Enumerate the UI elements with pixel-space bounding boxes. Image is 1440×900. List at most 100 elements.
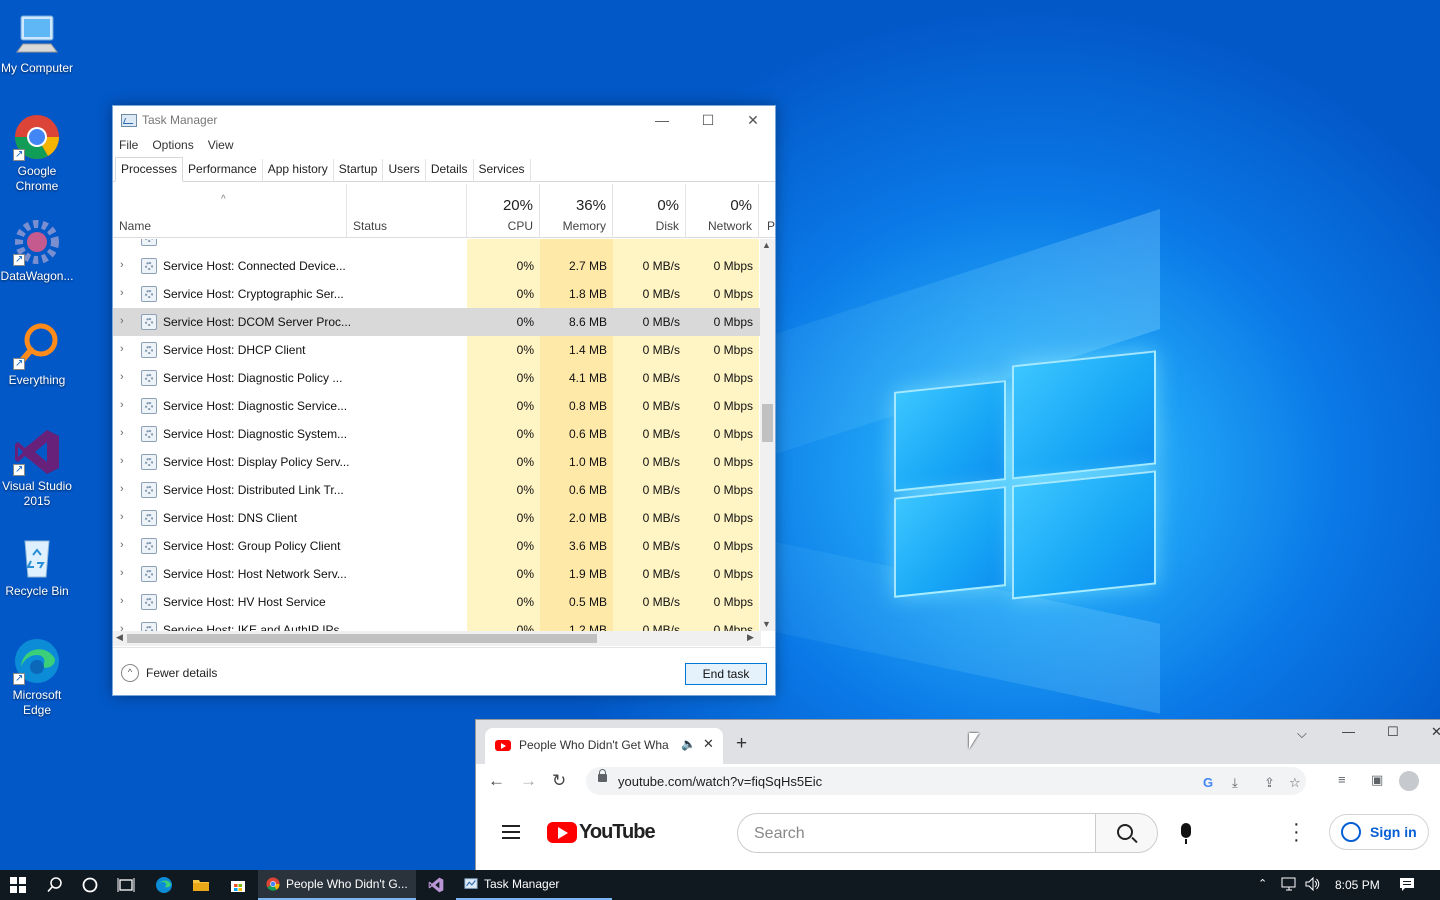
show-hidden-icons-chevron-icon[interactable]: ⌃: [1258, 877, 1267, 890]
sign-in-button[interactable]: Sign in: [1329, 814, 1429, 850]
table-row[interactable]: › Service Host: Connected Device... 0% 2.7 …: [113, 252, 761, 280]
menu-options[interactable]: Options: [152, 138, 193, 152]
expand-chevron-icon[interactable]: ›: [120, 483, 124, 495]
tab-processes[interactable]: Processes: [115, 157, 184, 182]
column-status[interactable]: Status: [347, 184, 467, 238]
close-button[interactable]: ✕: [730, 106, 776, 134]
close-tab-icon[interactable]: ✕: [703, 736, 714, 752]
bookmark-star-icon[interactable]: ☆: [1289, 775, 1301, 791]
expand-chevron-icon[interactable]: ›: [120, 567, 124, 579]
horizontal-scrollbar-thumb[interactable]: [127, 634, 597, 643]
microphone-icon[interactable]: [1181, 823, 1191, 844]
horizontal-scrollbar[interactable]: ◀ ▶: [113, 631, 761, 646]
table-row[interactable]: › Service Host: Group Policy Client 0% 3.6 …: [113, 532, 761, 560]
table-row[interactable]: › Service Host: Diagnostic System... 0% 0.6…: [113, 420, 761, 448]
chrome-close-button[interactable]: ✕: [1431, 724, 1440, 740]
expand-chevron-icon[interactable]: ›: [120, 455, 124, 467]
desktop-icon-google-chrome[interactable]: Google Chrome: [0, 113, 74, 194]
expand-chevron-icon[interactable]: ›: [120, 287, 124, 299]
column-name[interactable]: ^ Name: [113, 184, 347, 238]
profile-avatar-icon[interactable]: [1399, 771, 1419, 791]
tab-startup[interactable]: Startup: [334, 159, 384, 181]
side-panel-icon[interactable]: ▣: [1371, 772, 1383, 788]
column-memory[interactable]: 36% Memory: [540, 184, 613, 238]
reload-icon[interactable]: ↻: [552, 771, 566, 791]
maximize-button[interactable]: ☐: [685, 106, 731, 134]
table-row[interactable]: › Service Host: Host Network Serv... 0% 1.9…: [113, 560, 761, 588]
youtube-search-button[interactable]: [1095, 813, 1158, 853]
column-network[interactable]: 0% Network: [686, 184, 759, 238]
expand-chevron-icon[interactable]: ›: [120, 427, 124, 439]
media-queue-icon[interactable]: ≡: [1338, 772, 1346, 787]
column-cpu[interactable]: 20% CPU: [467, 184, 540, 238]
action-center-icon[interactable]: [1399, 877, 1415, 895]
scroll-left-arrow-icon[interactable]: ◀: [116, 632, 123, 643]
chrome-minimize-button[interactable]: —: [1342, 724, 1355, 739]
google-lens-icon[interactable]: G: [1203, 775, 1213, 790]
scroll-right-arrow-icon[interactable]: ▶: [747, 632, 754, 643]
youtube-search-input[interactable]: Search: [737, 813, 1097, 853]
table-row[interactable]: › Service Host: Distributed Link Tr... 0% 0…: [113, 476, 761, 504]
table-row[interactable]: › Service Host: DHCP Client 0% 1.4 MB 0 MB/s…: [113, 336, 761, 364]
desktop-icon-recycle-bin[interactable]: Recycle Bin: [0, 533, 74, 599]
tab-details[interactable]: Details: [426, 159, 474, 181]
new-tab-button[interactable]: +: [736, 733, 747, 755]
scrollbar-thumb[interactable]: [762, 404, 773, 442]
tab-app-history[interactable]: App history: [263, 159, 334, 181]
taskbar-task-manager-window[interactable]: Task Manager: [456, 870, 612, 900]
hamburger-menu-icon[interactable]: [502, 825, 520, 839]
expand-chevron-icon[interactable]: ›: [120, 371, 124, 383]
table-row[interactable]: › Service Host: DNS Client 0% 2.0 MB 0 MB/s 0…: [113, 504, 761, 532]
taskbar-visual-studio[interactable]: [418, 870, 454, 900]
tab-strip[interactable]: People Who Didn't Get Wha 🔈 ✕ + ⌵ — ☐ ✕: [476, 720, 1440, 764]
tab-users[interactable]: Users: [383, 159, 426, 181]
expand-chevron-icon[interactable]: ›: [120, 315, 124, 327]
youtube-logo[interactable]: YouTube: [547, 821, 656, 844]
expand-chevron-icon[interactable]: ›: [120, 259, 124, 271]
desktop-icon-visual-studio[interactable]: Visual Studio 2015: [0, 428, 74, 509]
expand-chevron-icon[interactable]: ›: [120, 539, 124, 551]
address-bar[interactable]: youtube.com/watch?v=fiqSqHs5Eic G ⤓ ⇪ ☆: [586, 767, 1306, 795]
table-row[interactable]: › Service Host: Cryptographic Ser... 0% 1.8…: [113, 280, 761, 308]
minimize-button[interactable]: —: [639, 106, 685, 134]
back-arrow-icon[interactable]: ←: [488, 771, 505, 791]
install-app-icon[interactable]: ⤓: [1232, 775, 1238, 791]
more-options-icon[interactable]: · · ·: [1293, 814, 1301, 850]
task-view-button[interactable]: [108, 870, 144, 900]
taskbar-file-explorer[interactable]: [183, 870, 219, 900]
volume-icon[interactable]: [1305, 876, 1321, 894]
table-row[interactable]: › Service Host: Display Policy Serv... 0% 1…: [113, 448, 761, 476]
menu-view[interactable]: View: [208, 138, 234, 152]
desktop-icon-my-computer[interactable]: My Computer: [0, 10, 74, 76]
browser-tab[interactable]: People Who Didn't Get Wha 🔈 ✕: [485, 728, 723, 764]
table-row[interactable]: › Service Host: Diagnostic Service... 0% 0.…: [113, 392, 761, 420]
taskbar-store[interactable]: [220, 870, 256, 900]
desktop-icon-datawagon[interactable]: DataWagon...: [0, 218, 74, 284]
taskbar-chrome-window[interactable]: People Who Didn't G...: [258, 870, 416, 900]
scroll-down-arrow-icon[interactable]: ▼: [762, 619, 771, 629]
title-bar[interactable]: Task Manager — ☐ ✕: [113, 106, 775, 134]
share-icon[interactable]: ⇪: [1264, 775, 1275, 791]
table-row[interactable]: › Service Host: Diagnostic Policy ... 0% 4.…: [113, 364, 761, 392]
search-button[interactable]: [37, 870, 73, 900]
table-row[interactable]: › Service Host: HV Host Service 0% 0.5 MB 0 …: [113, 588, 761, 616]
chrome-maximize-button[interactable]: ☐: [1387, 724, 1399, 740]
scroll-up-arrow-icon[interactable]: ▲: [762, 240, 771, 250]
tab-services[interactable]: Services: [474, 159, 531, 181]
start-button[interactable]: [0, 870, 36, 900]
chrome-window[interactable]: People Who Didn't Get Wha 🔈 ✕ + ⌵ — ☐ ✕ …: [475, 719, 1440, 870]
tab-search-chevron-icon[interactable]: ⌵: [1297, 726, 1307, 742]
desktop-icon-everything[interactable]: Everything: [0, 322, 74, 388]
speaker-icon[interactable]: 🔈: [681, 737, 696, 751]
cortana-button[interactable]: [72, 870, 108, 900]
column-power[interactable]: P: [759, 184, 775, 238]
expand-chevron-icon[interactable]: ›: [120, 595, 124, 607]
vertical-scrollbar[interactable]: ▲ ▼: [760, 239, 775, 631]
clock[interactable]: 8:05 PM: [1335, 878, 1380, 892]
taskbar-edge[interactable]: [146, 870, 182, 900]
network-icon[interactable]: [1281, 877, 1298, 894]
expand-chevron-icon[interactable]: ›: [120, 511, 124, 523]
tab-performance[interactable]: Performance: [183, 159, 263, 181]
expand-chevron-icon[interactable]: ›: [120, 399, 124, 411]
end-task-button[interactable]: End task: [685, 663, 767, 685]
